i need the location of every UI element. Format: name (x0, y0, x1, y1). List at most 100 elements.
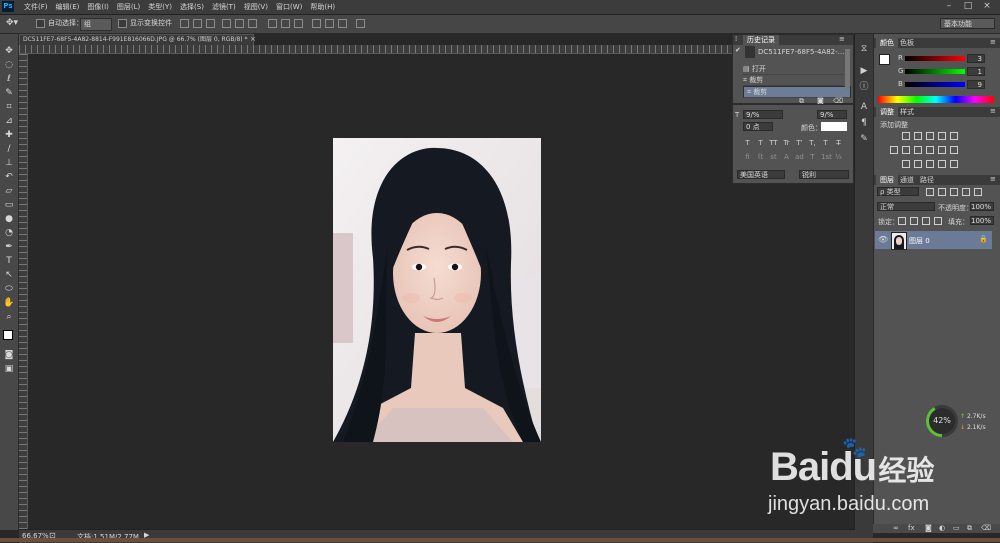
underline-icon[interactable]: T (821, 139, 830, 148)
foreground-color-swatch[interactable] (3, 330, 13, 340)
foreground-swatch[interactable] (879, 54, 890, 65)
stylistic-alternates-icon[interactable]: ad (795, 153, 804, 162)
lock-position-icon[interactable] (922, 217, 930, 225)
tab-color[interactable]: 颜色 (876, 38, 898, 48)
pen-tool-icon[interactable]: ✒ (3, 242, 15, 253)
blur-tool-icon[interactable]: ● (3, 214, 15, 225)
screen-mode-icon[interactable]: ▣ (3, 364, 15, 375)
invert-icon[interactable] (902, 160, 910, 168)
align-right-icon[interactable] (248, 19, 257, 28)
tab-paths[interactable]: 路径 (916, 175, 938, 185)
align-top-icon[interactable] (180, 19, 189, 28)
channel-r-input[interactable]: 3 (967, 54, 985, 63)
snapshot-name[interactable]: DC511FE7-68F5-4A82-... (758, 48, 844, 56)
channel-r-slider[interactable] (905, 56, 965, 61)
auto-select-option[interactable]: 自动选择： (36, 18, 83, 29)
filter-shape-icon[interactable] (962, 188, 970, 196)
brightness-icon[interactable] (902, 132, 910, 140)
channel-mixer-icon[interactable] (938, 146, 946, 154)
tab-adjustments[interactable]: 调整 (876, 107, 898, 117)
distribute-vcenter-icon[interactable] (281, 19, 290, 28)
layer-row[interactable]: 👁 图层 0 🔒 (875, 231, 992, 250)
lasso-tool-icon[interactable]: ℓ (3, 74, 15, 85)
align-left-icon[interactable] (222, 19, 231, 28)
font-size-input[interactable]: 9/% (743, 110, 783, 119)
align-vcenter-icon[interactable] (193, 19, 202, 28)
faux-bold-icon[interactable]: T (743, 139, 752, 148)
menu-help[interactable]: 帮助(H) (308, 2, 341, 12)
filter-type-icon[interactable] (950, 188, 958, 196)
filter-pixel-icon[interactable] (926, 188, 934, 196)
close-window-button[interactable]: × (978, 1, 996, 12)
tab-channels[interactable]: 通道 (896, 175, 918, 185)
info-panel-icon[interactable]: ⓘ (858, 82, 870, 93)
panel-menu-icon[interactable]: ≡ (990, 38, 996, 46)
quick-mask-icon[interactable]: ◙ (3, 350, 15, 361)
tab-swatches[interactable]: 色板 (896, 38, 918, 48)
maximize-button[interactable]: □ (959, 1, 977, 12)
brush-tool-icon[interactable]: ∕ (3, 144, 15, 155)
lock-image-icon[interactable] (910, 217, 918, 225)
ordinals-icon[interactable]: 1st (821, 153, 832, 162)
document-tab[interactable]: DC511FE7-68F5-4A82-8814-F991E816066D.JPG… (19, 34, 254, 45)
lock-all-icon[interactable] (934, 217, 942, 225)
tracking-input[interactable]: 0 点 (743, 122, 773, 131)
menu-filter[interactable]: 滤镜(T) (210, 2, 242, 12)
history-scrollbar[interactable] (845, 49, 850, 89)
brush-preset-panel-icon[interactable]: ✎ (858, 134, 870, 145)
small-caps-icon[interactable]: Tr (782, 139, 791, 148)
distribute-left-icon[interactable] (312, 19, 321, 28)
selective-color-icon[interactable] (950, 160, 958, 168)
old-style-icon[interactable]: ſt (756, 153, 765, 162)
eyedropper-tool-icon[interactable]: ⊿ (3, 116, 15, 127)
distribute-bottom-icon[interactable] (294, 19, 303, 28)
menu-image[interactable]: 图像(I) (85, 2, 115, 12)
align-bottom-icon[interactable] (206, 19, 215, 28)
history-brush-tool-icon[interactable]: ↶ (3, 172, 15, 183)
discretionary-ligatures-icon[interactable]: st (769, 153, 778, 162)
filter-smart-object-icon[interactable] (974, 188, 982, 196)
menu-edit[interactable]: 编辑(E) (54, 2, 86, 12)
close-tab-icon[interactable]: × (250, 34, 260, 44)
distribute-hcenter-icon[interactable] (325, 19, 334, 28)
distribute-right-icon[interactable] (338, 19, 347, 28)
titling-icon[interactable]: T (808, 153, 817, 162)
tab-layers[interactable]: 图层 (876, 175, 898, 185)
history-panel-icon[interactable]: ⧖ (858, 44, 870, 55)
align-hcenter-icon[interactable] (235, 19, 244, 28)
auto-select-dropdown[interactable]: 组 (80, 18, 112, 31)
channel-g-input[interactable]: 1 (967, 67, 985, 76)
distribute-top-icon[interactable] (268, 19, 277, 28)
crop-tool-icon[interactable]: ⌗ (3, 102, 15, 113)
posterize-icon[interactable] (914, 160, 922, 168)
swash-icon[interactable]: A (782, 153, 791, 162)
workspace-dropdown[interactable]: 基本功能 (940, 18, 995, 29)
move-tool-icon[interactable]: ✥ (3, 46, 15, 57)
new-layer-icon[interactable]: ⧉ (967, 524, 972, 533)
lock-transparent-icon[interactable] (898, 217, 906, 225)
color-lookup-icon[interactable] (950, 146, 958, 154)
paragraph-panel-icon[interactable]: ¶ (858, 118, 870, 129)
move-tool-preset-icon[interactable]: ✥▾ (6, 18, 18, 29)
path-select-tool-icon[interactable]: ↖ (3, 270, 15, 281)
quick-select-tool-icon[interactable]: ✎ (3, 88, 15, 99)
curves-icon[interactable] (926, 132, 934, 140)
all-caps-icon[interactable]: TT (769, 139, 778, 148)
panel-menu-icon[interactable]: ≡ (990, 107, 996, 115)
delete-layer-icon[interactable]: ⌫ (981, 524, 991, 532)
hand-tool-icon[interactable]: ✋ (3, 298, 15, 309)
subscript-icon[interactable]: T, (808, 139, 817, 148)
show-transform-checkbox[interactable] (118, 18, 127, 28)
faux-italic-icon[interactable]: T (756, 139, 765, 148)
opacity-input[interactable]: 100% (970, 202, 994, 211)
menu-view[interactable]: 视图(V) (242, 2, 274, 12)
black-white-icon[interactable] (914, 146, 922, 154)
new-adjustment-icon[interactable]: ◐ (939, 524, 945, 532)
vibrance-icon[interactable] (950, 132, 958, 140)
clone-stamp-tool-icon[interactable]: ⊥ (3, 158, 15, 169)
character-panel-icon[interactable]: A (858, 102, 870, 113)
tab-history[interactable]: 历史记录 (743, 35, 779, 45)
filter-adjustment-icon[interactable] (938, 188, 946, 196)
zoom-tool-icon[interactable]: ⌕ (3, 312, 15, 323)
layer-filter-dropdown[interactable]: ρ 类型 (877, 187, 919, 196)
